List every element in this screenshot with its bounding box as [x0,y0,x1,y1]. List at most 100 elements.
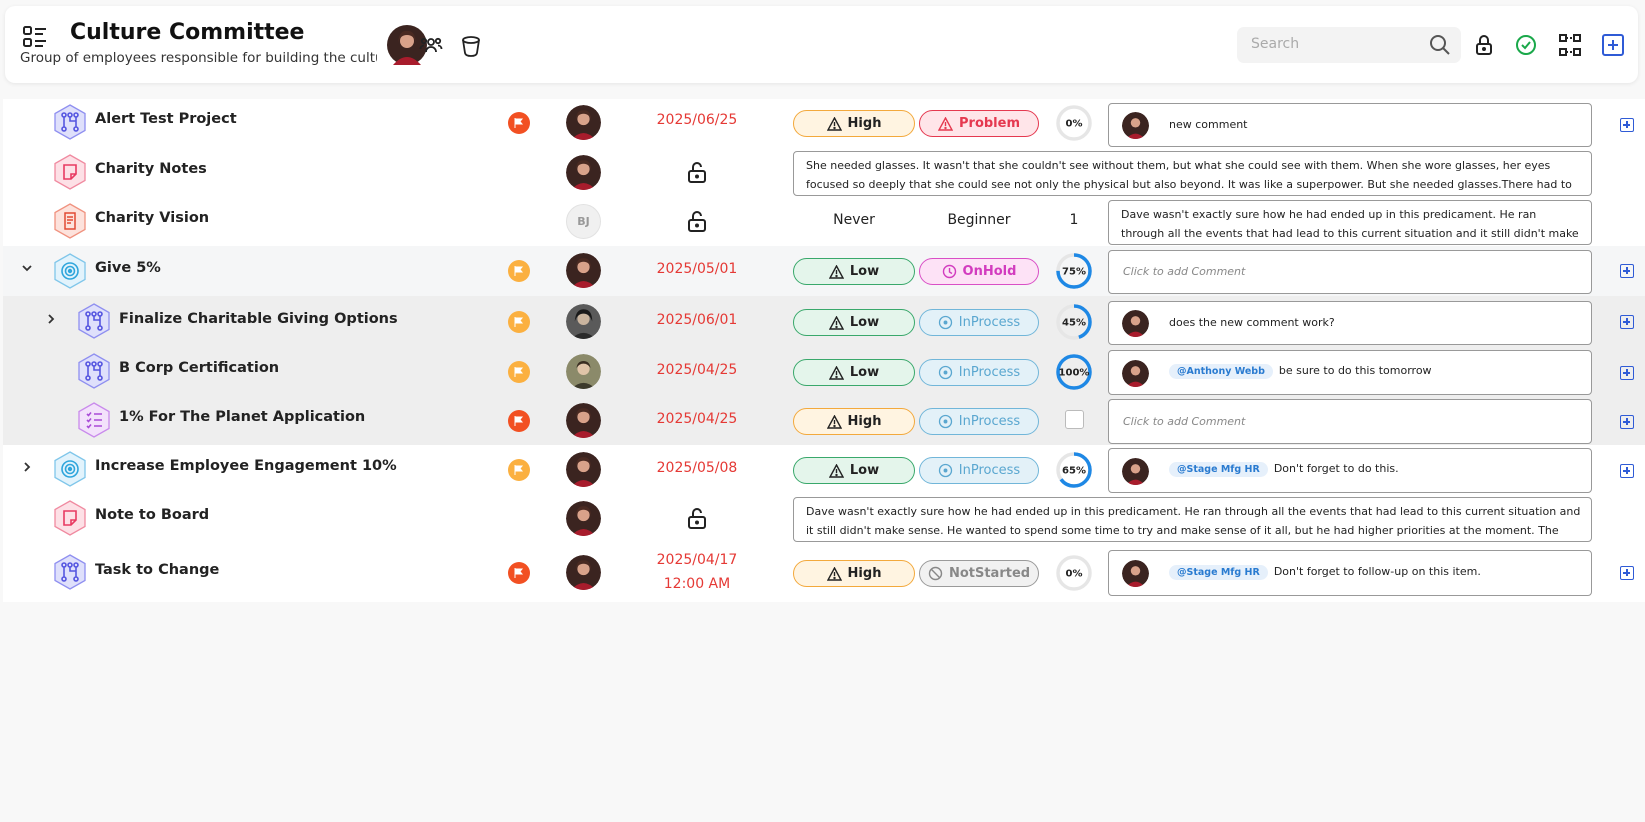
item-name[interactable]: Charity Notes [95,161,207,177]
progress-label: 0% [1066,119,1083,130]
due-date[interactable]: 2025/06/01 [637,308,757,333]
comment-box[interactable]: Click to add Comment [1108,250,1592,294]
assignee-avatar[interactable] [566,452,601,487]
flag-icon[interactable] [508,459,530,481]
progress-label: 75% [1062,267,1086,278]
item-name[interactable]: Charity Vision [95,210,209,226]
assignee-avatar[interactable] [566,403,601,438]
comment-box[interactable]: Click to add Comment [1108,399,1592,444]
mention-tag[interactable]: @Anthony Webb [1169,364,1273,379]
flag-icon[interactable] [508,410,530,432]
due-date[interactable]: 2025/04/25 [637,358,757,383]
status-badge[interactable]: InProcess [919,457,1039,484]
table-row[interactable]: Increase Employee Engagement 10% 2025/05… [3,445,1645,494]
assignee-avatar[interactable]: BJ [566,204,601,239]
item-name[interactable]: Note to Board [95,507,209,523]
due-date[interactable]: 2025/05/01 [637,257,757,282]
table-row[interactable]: Alert Test Project 2025/06/25 High Probl… [3,99,1645,148]
flag-icon[interactable] [508,260,530,282]
table-row[interactable]: Give 5% 2025/05/01 Low OnHold 75% Click … [3,246,1645,296]
status-badge[interactable]: NotStarted [919,560,1039,587]
status-badge[interactable]: InProcess [919,408,1039,435]
comment-placeholder[interactable]: Click to add Comment [1123,265,1245,278]
mention-tag[interactable]: @Stage Mfg HR [1169,565,1268,580]
search-input[interactable]: Search [1251,36,1299,52]
comment-placeholder[interactable]: Click to add Comment [1123,415,1245,428]
workflow-icon[interactable] [1558,33,1582,57]
comment-box[interactable]: @Stage Mfg HR Don't forget to follow-up o… [1108,550,1592,596]
members-icon[interactable] [419,34,443,58]
priority-badge[interactable]: Low [793,359,915,386]
priority-badge[interactable]: Low [793,258,915,285]
flag-icon[interactable] [508,311,530,333]
unlock-icon[interactable] [687,508,707,534]
status-badge[interactable]: InProcess [919,359,1039,386]
assignee-avatar[interactable] [566,105,601,140]
assignee-avatar[interactable] [566,304,601,339]
priority-badge[interactable]: High [793,408,915,435]
item-name[interactable]: Increase Employee Engagement 10% [95,458,397,474]
table-row[interactable]: Note to Board Dave wasn't exactly sure h… [3,494,1645,543]
table-row[interactable]: 1% For The Planet Application 2025/04/25… [3,396,1645,445]
table-row[interactable]: Charity Vision BJ Never Beginner 1 Dave … [3,197,1645,246]
add-item-icon[interactable] [1601,33,1625,57]
table-row[interactable]: B Corp Certification 2025/04/25 Low InPr… [3,347,1645,396]
item-name[interactable]: Give 5% [95,260,161,276]
note-preview[interactable]: Dave wasn't exactly sure how he had ende… [1108,200,1592,245]
flag-icon[interactable] [508,361,530,383]
table-row[interactable]: Finalize Charitable Giving Options 2025/… [3,296,1645,347]
table-row[interactable]: Task to Change 2025/04/17 12:00 AM High … [3,543,1645,602]
unlock-icon[interactable] [687,211,707,237]
menu-list-icon[interactable] [22,24,48,50]
add-subitem-icon[interactable] [1620,415,1634,429]
chevron-right-icon[interactable] [44,312,58,330]
status-badge[interactable]: OnHold [919,258,1039,285]
search-icon[interactable] [1429,34,1451,60]
archive-bin-icon[interactable] [459,34,483,58]
due-date[interactable]: 2025/04/25 [637,407,757,432]
flag-icon[interactable] [508,562,530,584]
priority-badge[interactable]: High [793,560,915,587]
due-date[interactable]: 2025/04/17 [637,548,757,573]
due-date[interactable]: 2025/06/25 [637,108,757,133]
item-name[interactable]: B Corp Certification [119,360,279,376]
status-badge[interactable]: InProcess [919,309,1039,336]
completion-checkbox[interactable] [1065,410,1084,429]
assignee-avatar[interactable] [566,155,601,190]
comment-box[interactable]: does the new comment work? [1108,301,1592,345]
add-subitem-icon[interactable] [1620,464,1634,478]
status-badge[interactable]: Problem [919,110,1039,137]
unlock-icon[interactable] [687,162,707,188]
lock-icon[interactable] [1472,33,1496,57]
priority-badge[interactable]: High [793,110,915,137]
priority-badge[interactable]: Low [793,457,915,484]
item-name[interactable]: Task to Change [95,562,219,578]
item-name[interactable]: Finalize Charitable Giving Options [119,311,398,327]
assignee-avatar[interactable] [566,555,601,590]
check-circle-icon[interactable] [1514,33,1538,57]
chevron-right-icon[interactable] [20,460,34,478]
add-subitem-icon[interactable] [1620,566,1634,580]
comment-box[interactable]: @Stage Mfg HR Don't forget to do this. [1108,448,1592,493]
add-subitem-icon[interactable] [1620,315,1634,329]
add-subitem-icon[interactable] [1620,366,1634,380]
item-name[interactable]: Alert Test Project [95,111,237,127]
chevron-down-icon[interactable] [20,261,34,279]
assignee-avatar[interactable] [566,354,601,389]
due-time[interactable]: 12:00 AM [637,572,757,597]
mention-tag[interactable]: @Stage Mfg HR [1169,462,1268,477]
due-date[interactable]: 2025/05/08 [637,456,757,481]
comment-box[interactable]: new comment [1108,103,1592,147]
priority-badge[interactable]: Low [793,309,915,336]
assignee-avatar[interactable] [566,501,601,536]
add-subitem-icon[interactable] [1620,118,1634,132]
table-row[interactable]: Charity Notes She needed glasses. It was… [3,148,1645,197]
add-subitem-icon[interactable] [1620,264,1634,278]
note-preview[interactable]: She needed glasses. It wasn't that she c… [793,151,1592,196]
assignee-avatar[interactable] [566,253,601,288]
comment-box[interactable]: @Anthony Webb be sure to do this tomorrow [1108,350,1592,395]
flag-icon[interactable] [508,112,530,134]
search-box[interactable]: Search [1237,27,1461,63]
note-preview[interactable]: Dave wasn't exactly sure how he had ende… [793,497,1592,542]
item-name[interactable]: 1% For The Planet Application [119,409,365,425]
